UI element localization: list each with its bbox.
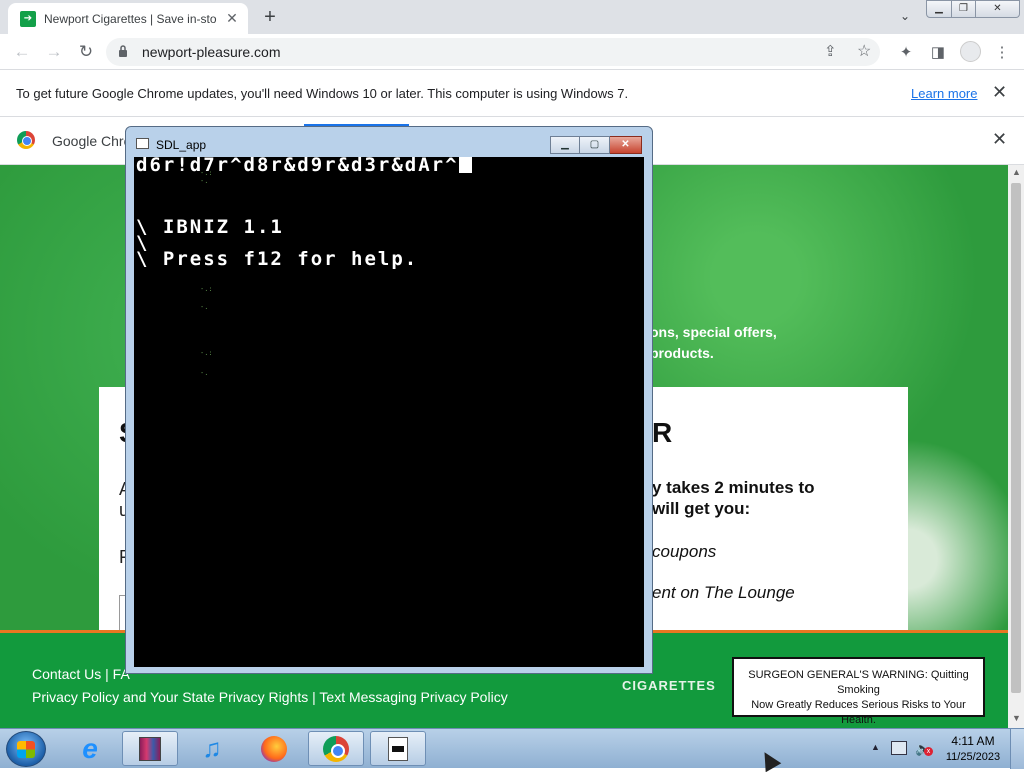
text-cursor bbox=[458, 157, 472, 173]
volume-muted-badge-icon: x bbox=[924, 747, 933, 756]
system-tray: ▲ 🔈 x 4:11 AM 11/25/2023 bbox=[868, 729, 1024, 769]
ibniz-console[interactable]: d6r!d7r^d8r&d9r&d3r&dAr^ \ IBNIZ 1.1 \ \… bbox=[134, 157, 644, 667]
start-button[interactable] bbox=[6, 731, 46, 767]
site-favicon-icon: ➔ bbox=[20, 10, 36, 27]
scroll-up-icon[interactable]: ▲ bbox=[1012, 167, 1021, 177]
pixel-noise: -.: bbox=[200, 285, 213, 293]
sdl-titlebar[interactable]: SDL_app ▁ ▢ ✕ bbox=[126, 127, 652, 157]
tab-title: Newport Cigarettes | Save in-sto bbox=[44, 11, 217, 26]
clock-time[interactable]: 4:11 AM bbox=[948, 734, 998, 748]
footer-links-row2[interactable]: Privacy Policy and Your State Privacy Ri… bbox=[32, 689, 508, 705]
sdl-close-button[interactable]: ✕ bbox=[610, 136, 642, 154]
minimize-button[interactable]: ▁ bbox=[926, 0, 952, 18]
url-text: newport-pleasure.com bbox=[142, 44, 281, 60]
lock-icon bbox=[119, 45, 127, 57]
winrar-icon bbox=[139, 736, 161, 761]
close-window-button[interactable]: ✕ bbox=[976, 0, 1020, 18]
footer-brand-text: CIGARETTES bbox=[622, 678, 716, 693]
show-desktop-button[interactable] bbox=[1010, 729, 1024, 769]
console-line-version: \ IBNIZ 1.1 bbox=[136, 216, 284, 238]
sdl-maximize-button[interactable]: ▢ bbox=[580, 136, 610, 154]
learn-more-link[interactable]: Learn more bbox=[911, 86, 977, 101]
sdl-window-controls: ▁ ▢ ✕ bbox=[550, 136, 642, 154]
scrollbar-thumb[interactable] bbox=[1011, 183, 1021, 693]
infobar-close-icon[interactable]: ✕ bbox=[992, 82, 1007, 103]
pixel-noise: -. bbox=[200, 369, 209, 377]
new-tab-button[interactable]: + bbox=[258, 6, 282, 28]
sdl-window-title: SDL_app bbox=[156, 138, 207, 152]
profile-avatar[interactable] bbox=[960, 41, 981, 62]
card-benefit-lounge: ent on The Lounge bbox=[652, 583, 795, 602]
warning-line2: Now Greatly Reduces Serious Risks to You… bbox=[751, 699, 966, 726]
infobar-message: To get future Google Chrome updates, you… bbox=[16, 86, 629, 101]
show-hidden-icons-icon[interactable]: ▲ bbox=[871, 742, 880, 752]
network-icon[interactable] bbox=[891, 741, 907, 755]
footer-links-row1[interactable]: Contact Us | FA bbox=[32, 666, 130, 682]
tab-strip: ➔ Newport Cigarettes | Save in-sto ✕ + ⌄… bbox=[0, 0, 1024, 34]
console-line-help: \ Press f12 for help. bbox=[136, 248, 419, 270]
card-heading-right: R bbox=[652, 417, 673, 448]
browser-toolbar: ← → ↻ newport-pleasure.com ⇪ ☆ ✦ ◨ ⋮ bbox=[0, 34, 1024, 70]
internet-explorer-icon: e bbox=[82, 732, 98, 764]
pixel-noise: -. bbox=[200, 303, 209, 311]
intro-text-line2: products. bbox=[650, 345, 714, 361]
browser-tab[interactable]: ➔ Newport Cigarettes | Save in-sto ✕ bbox=[8, 3, 248, 34]
pixel-noise: -.: bbox=[200, 169, 213, 177]
extensions-puzzle-icon[interactable]: ✦ bbox=[896, 43, 916, 61]
card-benefit-line2: will get you: bbox=[652, 499, 751, 518]
taskbar-winrar[interactable] bbox=[122, 731, 178, 766]
scroll-down-icon[interactable]: ▼ bbox=[1012, 713, 1021, 723]
windows-logo-icon bbox=[17, 741, 35, 758]
restore-button[interactable]: ❐ bbox=[952, 0, 976, 18]
window-controls: ▁ ❐ ✕ bbox=[926, 0, 1020, 18]
bookmark-star-icon[interactable]: ☆ bbox=[857, 41, 871, 61]
itunes-icon: ♫ bbox=[202, 733, 222, 763]
update-infobar: To get future Google Chrome updates, you… bbox=[0, 71, 1024, 117]
back-arrow-icon[interactable]: ← bbox=[12, 42, 32, 62]
sdl-app-window: SDL_app ▁ ▢ ✕ d6r!d7r^d8r&d9r&d3r&dAr^ \… bbox=[125, 126, 653, 674]
sdl-minimize-button[interactable]: ▁ bbox=[550, 136, 580, 154]
warning-line1: SURGEON GENERAL'S WARNING: Quitting Smok… bbox=[748, 669, 969, 696]
sdl-app-icon bbox=[136, 138, 149, 149]
taskbar-internet-explorer[interactable]: e bbox=[62, 731, 118, 766]
intro-text-line1: ons, special offers, bbox=[650, 324, 777, 340]
taskbar-itunes[interactable]: ♫ bbox=[184, 731, 240, 766]
page-scrollbar[interactable]: ▲ ▼ bbox=[1008, 165, 1024, 728]
pixel-noise: -. bbox=[200, 177, 209, 185]
taskbar-chrome[interactable] bbox=[308, 731, 364, 766]
chrome-icon bbox=[323, 735, 349, 762]
clock-date[interactable]: 11/25/2023 bbox=[941, 751, 1005, 763]
promo-text: Google Chro bbox=[52, 133, 132, 149]
taskbar-sdl-app[interactable] bbox=[370, 731, 426, 766]
sdl-app-taskbar-icon bbox=[388, 736, 408, 761]
promo-close-icon[interactable]: ✕ bbox=[992, 129, 1007, 150]
reload-icon[interactable]: ↻ bbox=[76, 42, 96, 62]
card-benefit-line1: y takes 2 minutes to bbox=[652, 478, 815, 497]
side-panel-icon[interactable]: ◨ bbox=[928, 43, 948, 61]
share-icon[interactable]: ⇪ bbox=[824, 42, 837, 60]
surgeon-general-warning: SURGEON GENERAL'S WARNING: Quitting Smok… bbox=[732, 657, 985, 726]
chrome-logo-icon bbox=[17, 131, 35, 149]
windows-taskbar: e ♫ ▲ 🔈 x 4:11 AM 11/25/2023 bbox=[0, 728, 1024, 769]
tab-close-icon[interactable]: ✕ bbox=[224, 10, 240, 27]
card-benefit-coupons: coupons bbox=[652, 542, 717, 561]
address-bar[interactable]: newport-pleasure.com ⇪ ☆ bbox=[106, 38, 880, 66]
tab-search-icon[interactable]: ⌄ bbox=[896, 9, 914, 25]
menu-kebab-icon[interactable]: ⋮ bbox=[992, 43, 1012, 61]
pixel-noise: -.: bbox=[200, 349, 213, 357]
console-line-code: d6r!d7r^d8r&d9r&d3r&dAr^ bbox=[136, 157, 472, 176]
taskbar-firefox[interactable] bbox=[246, 731, 302, 766]
firefox-icon bbox=[261, 735, 287, 762]
forward-arrow-icon[interactable]: → bbox=[44, 42, 64, 62]
